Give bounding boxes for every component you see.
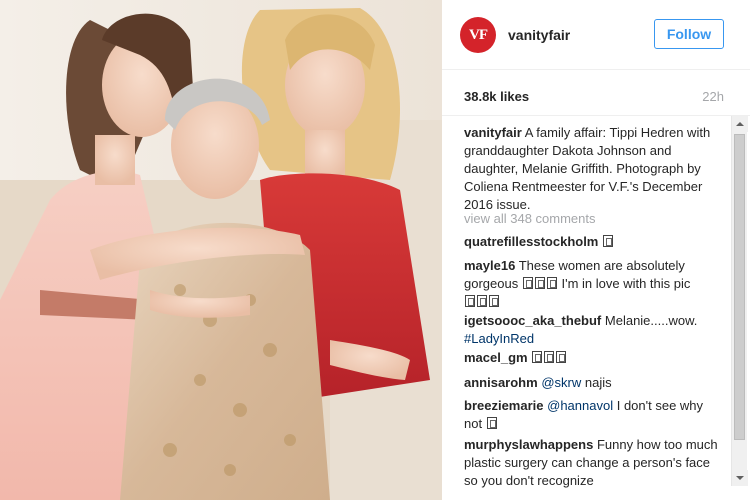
- mention-link[interactable]: @hannavol: [547, 398, 613, 413]
- comment-username[interactable]: igetsoooc_aka_thebuf: [464, 313, 601, 328]
- arrow-down-icon[interactable]: [732, 470, 748, 486]
- mention-link[interactable]: @skrw: [541, 375, 581, 390]
- emoji-icon: [546, 277, 557, 289]
- post-side-panel: VF vanityfair Follow 38.8k likes 22h van…: [442, 0, 750, 500]
- comment-username[interactable]: mayle16: [464, 258, 515, 273]
- emoji-icon: [556, 351, 567, 363]
- emoji-icon: [544, 351, 555, 363]
- post-timestamp[interactable]: 22h: [702, 89, 724, 104]
- emoji-icon: [477, 295, 487, 307]
- scrollbar-thumb[interactable]: [734, 134, 745, 440]
- comments-list: vanityfair A family affair: Tippi Hedren…: [442, 116, 732, 500]
- comment-username[interactable]: macel_gm: [464, 350, 528, 365]
- comment-text-continued: I'm in love with this pic: [561, 276, 691, 291]
- emoji-icon: [603, 235, 613, 247]
- view-all-comments-link[interactable]: view all 348 comments: [464, 211, 596, 226]
- post-photo[interactable]: [0, 0, 442, 500]
- post-username[interactable]: vanityfair: [508, 27, 570, 43]
- list-item: quatrefillesstockholm: [464, 233, 724, 251]
- list-item: igetsoooc_aka_thebuf Melanie.....wow. #L…: [464, 312, 724, 348]
- emoji-icon: [532, 351, 543, 363]
- post-header: VF vanityfair Follow: [442, 0, 750, 70]
- caption: vanityfair A family affair: Tippi Hedren…: [464, 124, 724, 214]
- follow-button[interactable]: Follow: [654, 19, 724, 49]
- emoji-icon: [486, 417, 497, 429]
- comment-username[interactable]: murphyslawhappens: [464, 437, 593, 452]
- comments-scrollbar[interactable]: [731, 116, 748, 486]
- comment-text: najis: [584, 375, 612, 390]
- list-item: murphyslawhappens Funny how too much pla…: [464, 436, 724, 490]
- comment-username[interactable]: annisarohm: [464, 375, 538, 390]
- post-stats: 38.8k likes 22h: [442, 70, 750, 116]
- vanity-fair-logo-avatar[interactable]: VF: [460, 17, 496, 53]
- likes-count[interactable]: 38.8k likes: [464, 89, 529, 104]
- comment-username[interactable]: breeziemarie: [464, 398, 544, 413]
- emoji-icon: [522, 277, 533, 289]
- list-item: mayle16 These women are absolutely gorge…: [464, 257, 724, 311]
- comment-text: Melanie.....wow.: [604, 313, 698, 328]
- hashtag-link[interactable]: #LadyInRed: [464, 331, 534, 346]
- emoji-icon: [465, 295, 475, 307]
- arrow-up-icon[interactable]: [732, 116, 748, 132]
- list-item: macel_gm: [464, 349, 724, 367]
- family-portrait-image: [0, 0, 442, 500]
- list-item: breeziemarie @hannavol I don't see why n…: [464, 397, 724, 433]
- emoji-icon: [489, 295, 499, 307]
- list-item: annisarohm @skrw najis: [464, 374, 724, 392]
- caption-username[interactable]: vanityfair: [464, 125, 522, 140]
- comment-username[interactable]: quatrefillesstockholm: [464, 234, 598, 249]
- emoji-icon: [534, 277, 545, 289]
